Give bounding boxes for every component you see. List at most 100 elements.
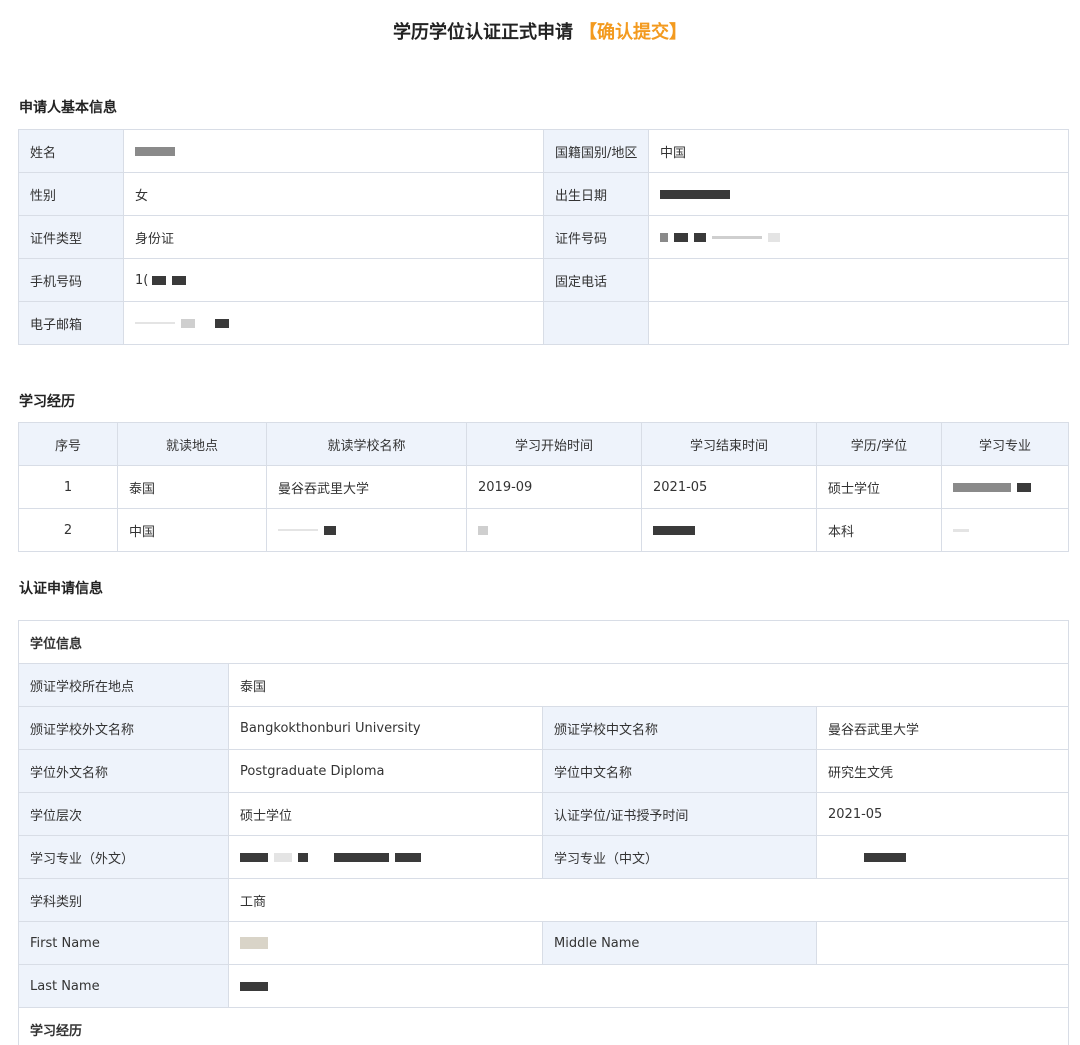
discipline-label: 学科类别: [18, 878, 229, 922]
table-row: 性别 女 出生日期: [18, 172, 1069, 216]
redacted-block: [181, 318, 195, 328]
row-degree: 硕士学位: [816, 465, 942, 509]
email-value: [123, 301, 544, 345]
redacted-block: [953, 482, 1011, 492]
redacted-block: [152, 275, 167, 285]
row-place: 中国: [117, 508, 267, 552]
nationality-label: 国籍国别/地区: [543, 129, 649, 173]
table-row: 手机号码 1( 固定电话: [18, 258, 1069, 302]
id-type-label: 证件类型: [18, 215, 124, 259]
last-name-value: [227, 964, 1070, 1008]
study-history-heading: 学习经历: [17, 1007, 1070, 1045]
gender-label: 性别: [18, 172, 124, 216]
redacted-block: [712, 235, 762, 239]
education-table: 序号 就读地点 就读学校名称 学习开始时间 学习结束时间 学历/学位 学习专业 …: [18, 422, 1069, 552]
table-row: Last Name: [18, 964, 1070, 1008]
page-title: 学历学位认证正式申请 【确认提交】: [0, 18, 1080, 44]
email-label: 电子邮箱: [18, 301, 124, 345]
nationality-value: 中国: [648, 129, 1069, 173]
level-label: 学位层次: [18, 792, 229, 836]
major-foreign-value: [228, 835, 543, 879]
redacted-block: [660, 232, 668, 242]
last-name-label: Last Name: [18, 964, 229, 1008]
col-header-place: 就读地点: [117, 422, 267, 466]
col-header-no: 序号: [18, 422, 118, 466]
cn-degree-value: 研究生文凭: [815, 749, 1070, 793]
foreign-degree-value: Postgraduate Diploma: [228, 749, 543, 793]
redacted-block: [135, 322, 175, 324]
row-place: 泰国: [117, 465, 267, 509]
row-start: 2019-09: [466, 465, 642, 509]
table-row: 颁证学校所在地点 泰国: [18, 663, 1070, 707]
id-type-value: 身份证: [123, 215, 544, 259]
redacted-block: [395, 852, 421, 862]
col-header-degree: 学历/学位: [816, 422, 942, 466]
col-header-school: 就读学校名称: [266, 422, 467, 466]
location-value: 泰国: [227, 663, 1070, 707]
redacted-block: [298, 852, 308, 862]
row-end: 2021-05: [641, 465, 817, 509]
row-no: 2: [18, 508, 118, 552]
redacted-block: [674, 232, 688, 242]
major-foreign-label: 学习专业（外文）: [18, 835, 229, 879]
applicant-table: 姓名 国籍国别/地区 中国 性别 女 出生日期 证件类型 身份证 证件号码 手机…: [18, 129, 1069, 345]
redacted-block: [240, 852, 268, 862]
redacted-block: [240, 981, 268, 991]
landline-value: [648, 258, 1069, 302]
foreign-school-value: Bangkokthonburi University: [228, 706, 543, 750]
redacted-block: [478, 525, 488, 535]
cert-table: 学位信息 颁证学校所在地点 泰国 颁证学校外文名称 Bangkokthonbur…: [17, 620, 1070, 1045]
redacted-block: [274, 852, 292, 862]
name-value: [123, 129, 544, 173]
row-degree: 本科: [816, 508, 942, 552]
first-name-value: [228, 921, 543, 965]
redacted-block: [324, 525, 336, 535]
page-title-text: 学历学位认证正式申请: [393, 22, 573, 43]
row-end: [641, 508, 817, 552]
redacted-block: [768, 232, 780, 242]
redacted-block: [172, 275, 187, 285]
landline-label: 固定电话: [543, 258, 649, 302]
redacted-block: [653, 525, 695, 535]
table-row: 学位层次 硕士学位 认证学位/证书授予时间 2021-05: [18, 792, 1070, 836]
middle-name-value: [815, 921, 1070, 965]
cn-degree-label: 学位中文名称: [542, 749, 817, 793]
col-header-start: 学习开始时间: [466, 422, 642, 466]
table-row: 2 中国 本科: [18, 508, 1069, 552]
mobile-label: 手机号码: [18, 258, 124, 302]
location-label: 颁证学校所在地点: [18, 663, 229, 707]
row-major: [941, 508, 1069, 552]
empty-label: [543, 301, 649, 345]
confirm-submit-tag[interactable]: 【确认提交】: [579, 22, 687, 43]
table-row: 学位信息: [17, 620, 1070, 664]
discipline-value: 工商: [227, 878, 1070, 922]
empty-value: [648, 301, 1069, 345]
redacted-block: [694, 232, 706, 242]
table-row: First Name Middle Name: [18, 921, 1070, 965]
foreign-degree-label: 学位外文名称: [18, 749, 229, 793]
birthdate-label: 出生日期: [543, 172, 649, 216]
redacted-block: [953, 528, 969, 532]
first-name-label: First Name: [18, 921, 229, 965]
table-row: 学习经历: [17, 1007, 1070, 1045]
table-row: 颁证学校外文名称 Bangkokthonburi University 颁证学校…: [18, 706, 1070, 750]
redacted-block: [215, 318, 229, 328]
level-value: 硕士学位: [228, 792, 543, 836]
redacted-block: [240, 937, 268, 949]
redacted-block: [1017, 482, 1031, 492]
redacted-block: [660, 189, 730, 199]
applicant-section-title: 申请人基本信息: [19, 100, 117, 116]
birthdate-value: [648, 172, 1069, 216]
mobile-prefix: 1(: [135, 272, 149, 288]
redacted-block: [864, 852, 906, 862]
table-row: 电子邮箱: [18, 301, 1069, 345]
grant-time-value: 2021-05: [815, 792, 1070, 836]
table-row: 证件类型 身份证 证件号码: [18, 215, 1069, 259]
cn-school-value: 曼谷吞武里大学: [815, 706, 1070, 750]
redacted-block: [135, 146, 175, 156]
cert-section-title: 认证申请信息: [19, 581, 103, 597]
gender-value: 女: [123, 172, 544, 216]
table-row: 姓名 国籍国别/地区 中国: [18, 129, 1069, 173]
foreign-school-label: 颁证学校外文名称: [18, 706, 229, 750]
redacted-block: [278, 529, 318, 531]
